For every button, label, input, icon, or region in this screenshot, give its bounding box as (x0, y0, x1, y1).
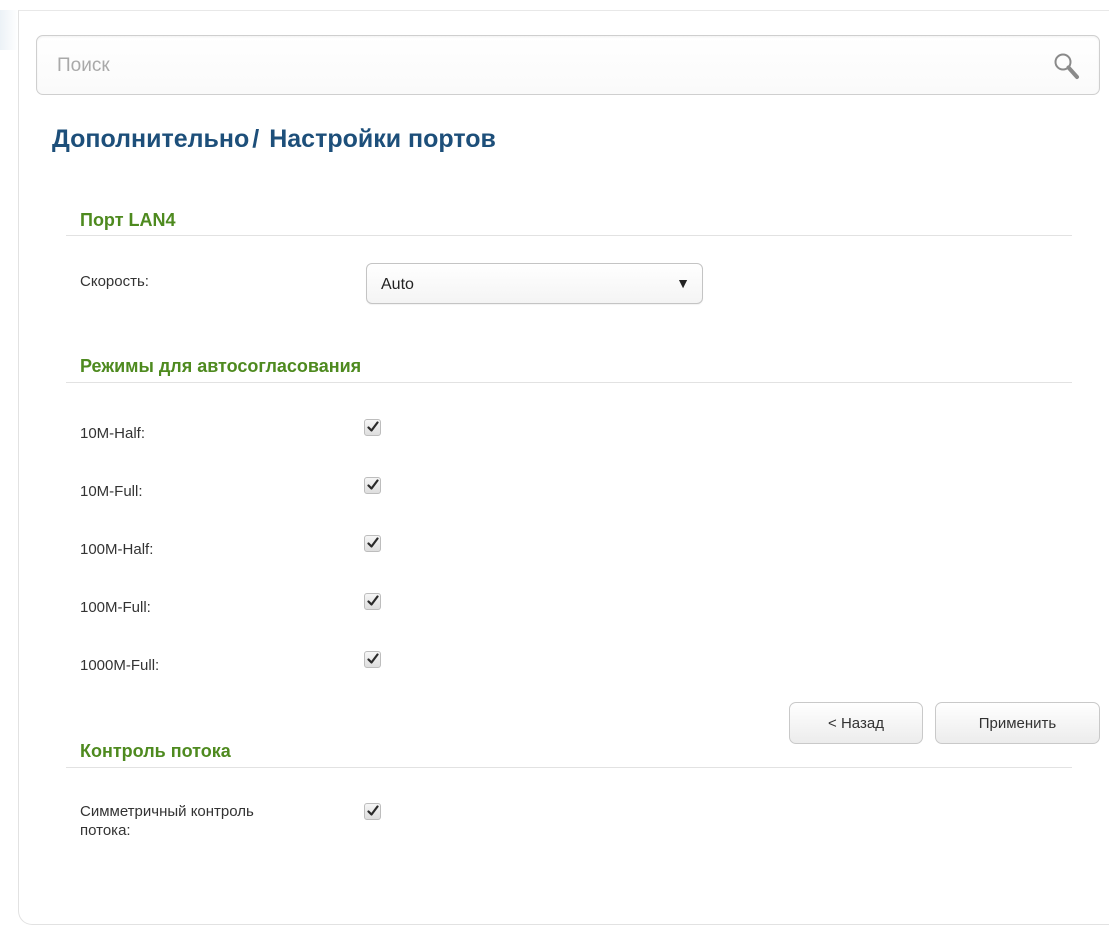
search-icon[interactable] (1051, 50, 1083, 82)
checkbox-100m-half[interactable] (364, 535, 381, 552)
back-button[interactable]: < Назад (789, 702, 923, 744)
chevron-down-icon: ▼ (676, 275, 690, 291)
mode-label-1000m-full: 1000M-Full: (80, 657, 160, 674)
window-accent (0, 10, 18, 50)
section-divider (66, 767, 1072, 768)
checkmark-icon (367, 479, 379, 490)
symmetric-flow-label-line1: Симметричный контроль (80, 803, 254, 820)
section-divider (66, 382, 1072, 383)
checkmark-icon (367, 595, 379, 606)
symmetric-flow-label: Симметричный контроль потока: (80, 802, 254, 840)
search-input[interactable] (57, 50, 1017, 82)
checkmark-icon (367, 537, 379, 548)
checkbox-10m-full[interactable] (364, 477, 381, 494)
section-title-autoneg: Режимы для автосогласования (80, 356, 362, 376)
checkbox-10m-half[interactable] (364, 419, 381, 436)
checkbox-100m-full[interactable] (364, 593, 381, 610)
speed-select-value: Auto (381, 276, 414, 293)
section-title-flow: Контроль потока (80, 741, 231, 761)
breadcrumb-parent: Дополнительно (52, 125, 250, 153)
checkbox-1000m-full[interactable] (364, 651, 381, 668)
mode-label-100m-full: 100M-Full: (80, 599, 151, 616)
section-divider (66, 235, 1072, 236)
mode-label-10m-half: 10M-Half: (80, 425, 146, 442)
checkmark-icon (367, 805, 379, 816)
speed-select[interactable]: Auto ▼ (366, 263, 703, 304)
breadcrumb-separator: / (252, 125, 260, 153)
symmetric-flow-label-line2: потока: (80, 822, 131, 839)
mode-label-100m-half: 100M-Half: (80, 541, 154, 558)
section-title-port: Порт LAN4 (80, 210, 176, 230)
checkmark-icon (367, 653, 379, 664)
breadcrumb-current: Настройки портов (269, 125, 496, 153)
checkbox-symmetric-flow[interactable] (364, 803, 381, 820)
mode-label-10m-full: 10M-Full: (80, 483, 143, 500)
checkmark-icon (367, 421, 379, 432)
search-box[interactable] (36, 35, 1100, 95)
page-title: Дополнительно / Настройки портов (52, 125, 496, 154)
apply-button[interactable]: Применить (935, 702, 1100, 744)
speed-label: Скорость: (80, 273, 149, 290)
